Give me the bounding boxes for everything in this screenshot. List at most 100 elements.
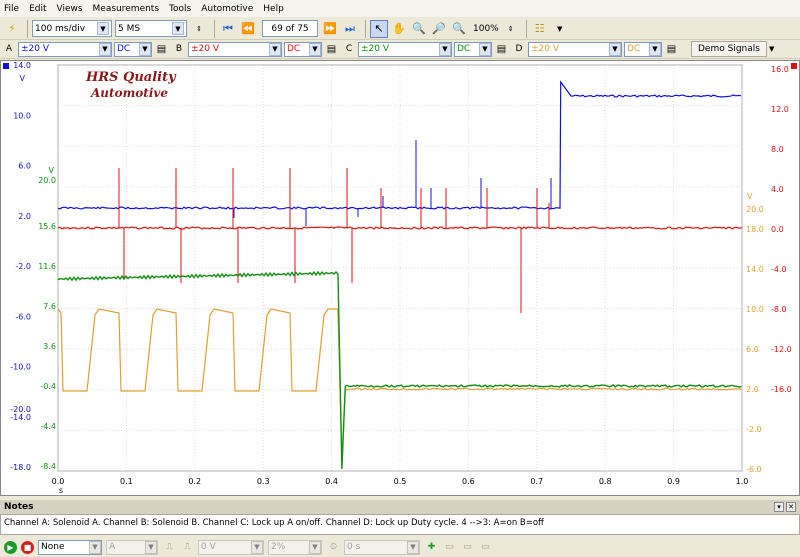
axis-c-tick-label: -0.4 — [40, 382, 56, 391]
stop-icon[interactable]: ■ — [21, 540, 34, 554]
axis-d-unit: V — [747, 192, 753, 201]
x-axis-tick-label: 0.5 — [394, 477, 407, 486]
chevron-down-icon: ▼ — [145, 540, 157, 554]
channel-b-options-icon[interactable]: ▤ — [324, 42, 339, 57]
previous-buffer-icon[interactable]: ⏪ — [239, 20, 257, 38]
channel-d-letter: D — [515, 44, 523, 54]
chevron-down-icon: ▼ — [609, 42, 621, 56]
channel-a-coupling-select[interactable]: DC ▼ — [114, 41, 152, 57]
axis-b-tick-label: -16.0 — [771, 385, 792, 394]
channel-a-range-select[interactable]: ±20 V ▼ — [18, 41, 112, 57]
x-axis-tick-label: 0.3 — [257, 477, 270, 486]
lightning-icon[interactable]: ⚡ — [3, 20, 21, 38]
zoom-spin-icon[interactable]: ⇕ — [502, 20, 520, 38]
channel-c-range-select[interactable]: ±20 V ▼ — [358, 41, 452, 57]
notes-menu-icon[interactable]: ▾ — [774, 502, 784, 512]
delay-select: 0 s ▼ — [344, 539, 420, 555]
axis-c-tick-label: 7.6 — [43, 302, 56, 311]
trigger-channel: A — [109, 542, 116, 552]
axis-b-tick-label: -12.0 — [771, 345, 792, 354]
close-icon[interactable]: ✕ — [786, 502, 796, 512]
zoom-level: 100% — [473, 23, 499, 34]
chevron-down-icon[interactable]: ▼ — [551, 20, 569, 38]
menu-file[interactable]: File — [4, 4, 19, 14]
channel-b-letter: B — [175, 44, 183, 54]
chevron-down-icon: ▼ — [479, 42, 491, 56]
x-axis-tick-label: 0.7 — [530, 477, 543, 486]
axis-d-tick-label: 20.0 — [746, 205, 764, 214]
hand-icon[interactable]: ✋ — [390, 20, 408, 38]
axis-b-tick-label: 0.0 — [771, 225, 784, 234]
x-axis-tick-label: 0.4 — [325, 477, 338, 486]
first-buffer-icon[interactable]: ⏮ — [219, 20, 237, 38]
zoom-out-icon[interactable]: 🔎 — [430, 20, 448, 38]
scope-plot[interactable]: 14.0 10.0 6.0 2.0 -2.0 -6.0 -10.0 -14.0 -18.0 V -2… — [0, 60, 800, 496]
watermark-line1: HRS Quality — [85, 70, 177, 85]
channel-a-options-icon[interactable]: ▤ — [154, 42, 169, 57]
toolbar-separator — [214, 19, 215, 38]
pretrigger: 2% — [271, 542, 286, 552]
notes-text[interactable]: Channel A: Solenoid A. Channel B: Soleno… — [0, 514, 800, 535]
menu-tools[interactable]: Tools — [169, 4, 191, 14]
x-axis-tick-label: 0.0 — [52, 477, 65, 486]
scope-graph: 14.0 10.0 6.0 2.0 -2.0 -6.0 -10.0 -14.0 -18.0 V -2… — [3, 61, 797, 495]
axis-a-extra-label: -20.0 — [10, 405, 31, 414]
demo-signals-button[interactable]: Demo Signals — [691, 41, 767, 57]
zoom-in-icon[interactable]: 🔍 — [410, 20, 428, 38]
axis-d-tick-label: 6.0 — [746, 345, 759, 354]
trigger-mode-select[interactable]: None ▼ — [38, 539, 102, 555]
zoom-fit-icon[interactable]: 🔍 — [450, 20, 468, 38]
chevron-down-icon: ▼ — [309, 540, 321, 554]
chevron-down-icon[interactable]: ▼ — [769, 45, 774, 53]
channel-b-coupling: DC — [287, 44, 301, 54]
add-measurement-icon[interactable]: ✚ — [424, 540, 439, 555]
pointer-icon[interactable]: ↖ — [370, 19, 388, 38]
samples-spin-icon[interactable]: ⇕ — [190, 20, 208, 38]
axis-b-tick-label: 4.0 — [771, 185, 784, 194]
chevron-down-icon: ▼ — [269, 42, 281, 56]
channel-c-coupling-select[interactable]: DC ▼ — [454, 41, 492, 57]
x-axis-tick-label: 0.8 — [599, 477, 612, 486]
next-buffer-icon[interactable]: ⏩ — [321, 20, 339, 38]
toolbar: ⚡ 100 ms/div ▼ 5 MS ▼ ⇕ ⏮ ⏪ 69 of 75 ⏩ ⏭… — [0, 18, 800, 40]
channel-c-options-icon[interactable]: ▤ — [494, 42, 509, 57]
axis-a-tick-label: -14.0 — [10, 413, 31, 422]
menu-measurements[interactable]: Measurements — [93, 4, 159, 14]
channel-d-options-icon[interactable]: ▤ — [664, 42, 679, 57]
axis-a-tick-label: 14.0 — [13, 61, 31, 70]
channel-d-coupling-select[interactable]: DC ▼ — [624, 41, 662, 57]
delay: 0 s — [347, 542, 361, 552]
toolbar-separator — [525, 19, 527, 38]
samples-select[interactable]: 5 MS ▼ — [115, 20, 187, 37]
axis-b-tick-label: -4.0 — [771, 265, 787, 274]
chevron-down-icon: ▼ — [309, 42, 321, 56]
rising-edge-icon: ⎍ — [166, 542, 173, 552]
channel-d-range: ±20 V — [531, 44, 560, 54]
axis-a-tick-label: -6.0 — [15, 312, 31, 321]
axis-a-unit: V — [20, 74, 26, 83]
axis-b-tick-label: 12.0 — [771, 105, 789, 114]
menu-edit[interactable]: Edit — [29, 4, 46, 14]
menu-views[interactable]: Views — [57, 4, 83, 14]
axis-b-tick-label: -8.0 — [771, 305, 787, 314]
axis-c-tick-label: 20.0 — [38, 176, 56, 185]
axis-a-marker — [3, 63, 9, 69]
delay-icon: ⏲ — [329, 542, 338, 552]
x-axis-unit: s — [59, 486, 63, 495]
start-icon[interactable]: ▶ — [4, 540, 17, 554]
trigger-channel-select: A ▼ — [106, 539, 158, 555]
menu-automotive[interactable]: Automotive — [201, 4, 253, 14]
axis-a-tick-label: 2.0 — [18, 212, 31, 221]
menu-help[interactable]: Help — [263, 4, 284, 14]
channel-d-range-select[interactable]: ±20 V ▼ — [528, 41, 622, 57]
axis-a-tick-label: 10.0 — [13, 111, 31, 120]
timebase-value: 100 ms/div — [35, 23, 86, 34]
channel-b-range-select[interactable]: ±20 V ▼ — [188, 41, 282, 57]
buffer-counter[interactable]: 69 of 75 — [262, 20, 318, 37]
last-buffer-icon[interactable]: ⏭ — [341, 20, 359, 38]
axis-d-tick-label: 2.0 — [746, 385, 759, 394]
properties-icon[interactable]: ☷ — [531, 20, 549, 38]
channel-b-coupling-select[interactable]: DC ▼ — [284, 41, 322, 57]
channel-a-letter: A — [5, 44, 13, 54]
timebase-select[interactable]: 100 ms/div ▼ — [32, 20, 112, 37]
